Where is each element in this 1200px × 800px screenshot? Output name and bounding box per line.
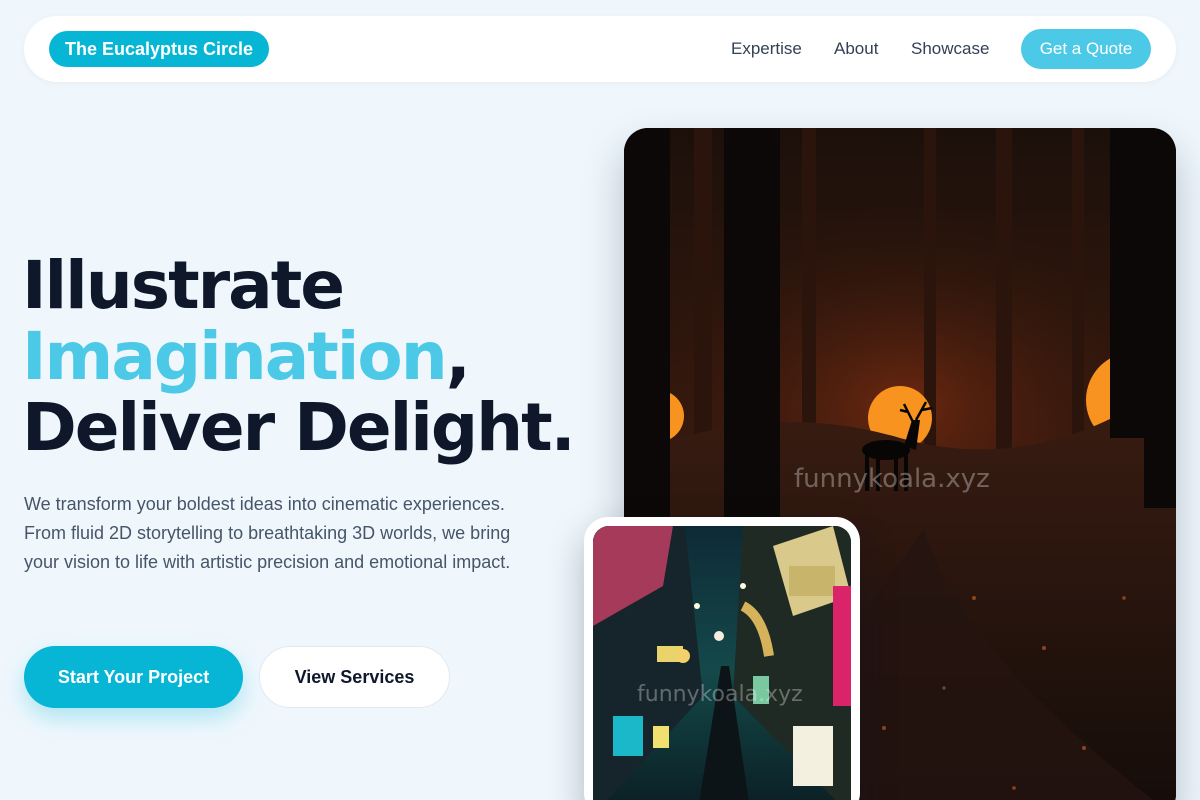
forest-watermark: funnykoala.xyz — [794, 464, 990, 494]
headline-line-1: Illustrate — [22, 247, 345, 324]
headline-line-3: Deliver Delight. — [22, 389, 576, 466]
headline-accent: Imagination — [22, 318, 448, 395]
nav-link-about[interactable]: About — [834, 39, 878, 59]
alley-watermark: funnykoala.xyz — [637, 682, 803, 707]
navbar: The Eucalyptus Circle Expertise About Sh… — [24, 16, 1176, 82]
start-project-button[interactable]: Start Your Project — [24, 646, 243, 708]
brand-logo[interactable]: The Eucalyptus Circle — [49, 31, 270, 67]
nav-link-expertise[interactable]: Expertise — [731, 39, 802, 59]
hero-description: We transform your boldest ideas into cin… — [24, 494, 511, 572]
nav-link-showcase[interactable]: Showcase — [911, 39, 989, 59]
view-services-button[interactable]: View Services — [259, 646, 450, 708]
get-quote-button[interactable]: Get a Quote — [1021, 29, 1151, 69]
neon-alley-image: funnykoala.xyz — [593, 526, 851, 800]
alley-image-card: funnykoala.xyz — [584, 517, 860, 800]
alley-illustration — [593, 526, 851, 800]
headline-comma: , — [445, 318, 471, 395]
hero-headline: Illustrate Imagination, Deliver Delight. — [22, 247, 576, 466]
